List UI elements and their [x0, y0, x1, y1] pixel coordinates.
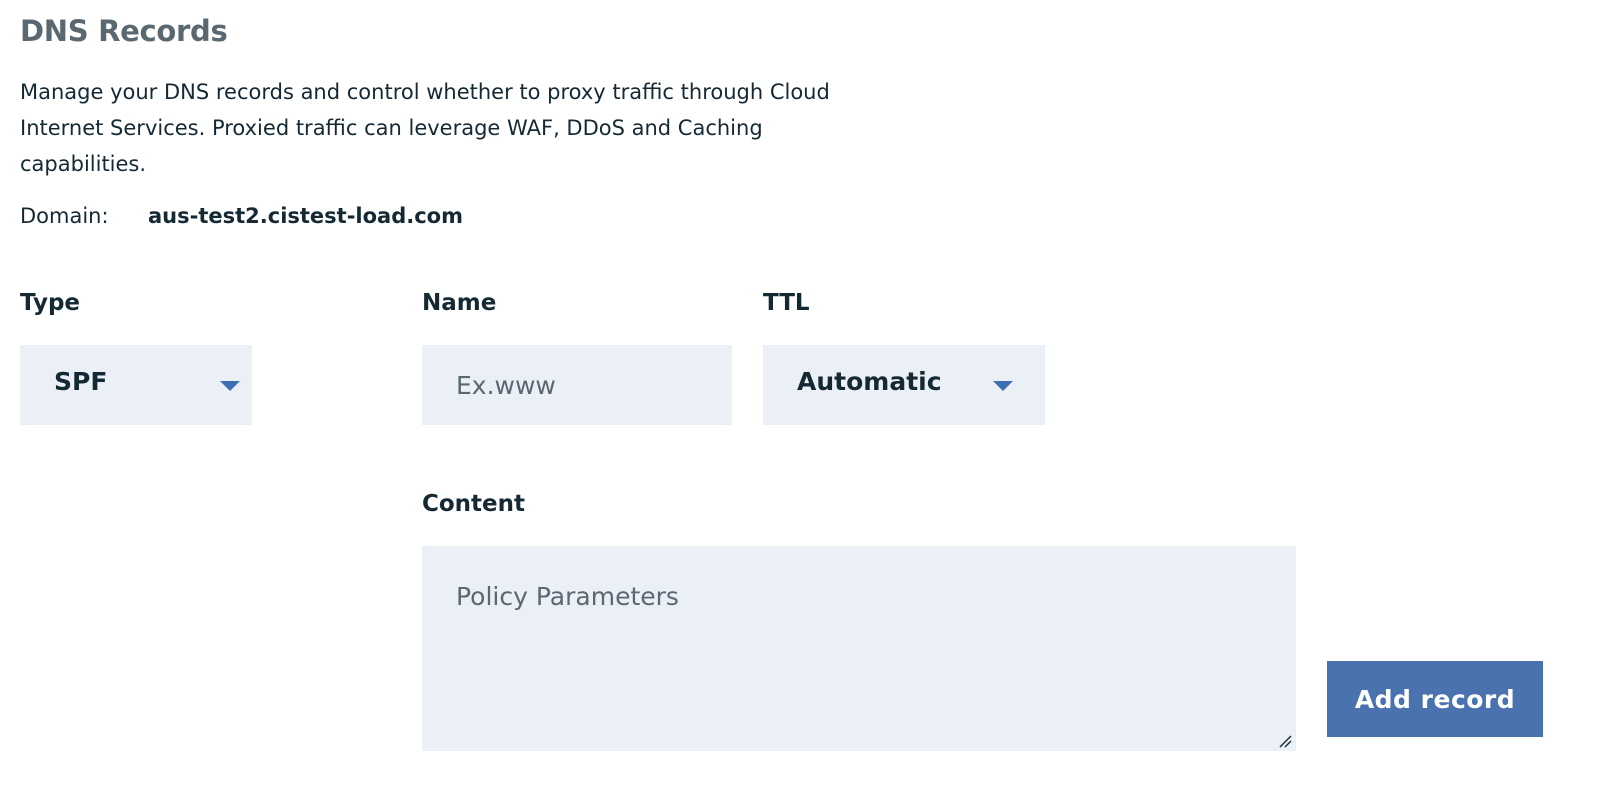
- page-title: DNS Records: [20, 14, 228, 48]
- name-label: Name: [422, 290, 497, 316]
- domain-row: Domain: aus-test2.cistest-load.com: [20, 202, 463, 230]
- ttl-select-value: Automatic: [797, 367, 942, 396]
- domain-value: aus-test2.cistest-load.com: [148, 204, 463, 228]
- resize-grip-icon[interactable]: [1278, 734, 1292, 748]
- name-input[interactable]: [422, 345, 732, 425]
- content-textarea[interactable]: [422, 546, 1296, 751]
- ttl-select[interactable]: Automatic: [763, 345, 1045, 425]
- page-description: Manage your DNS records and control whet…: [20, 80, 830, 176]
- add-record-button[interactable]: Add record: [1327, 661, 1543, 737]
- type-select-value: SPF: [54, 367, 108, 396]
- chevron-down-icon: [993, 381, 1013, 391]
- content-label: Content: [422, 491, 526, 517]
- type-select[interactable]: SPF: [20, 345, 252, 425]
- ttl-label: TTL: [763, 290, 810, 316]
- chevron-down-icon: [220, 381, 240, 391]
- domain-label: Domain:: [20, 204, 109, 228]
- type-label: Type: [20, 290, 81, 316]
